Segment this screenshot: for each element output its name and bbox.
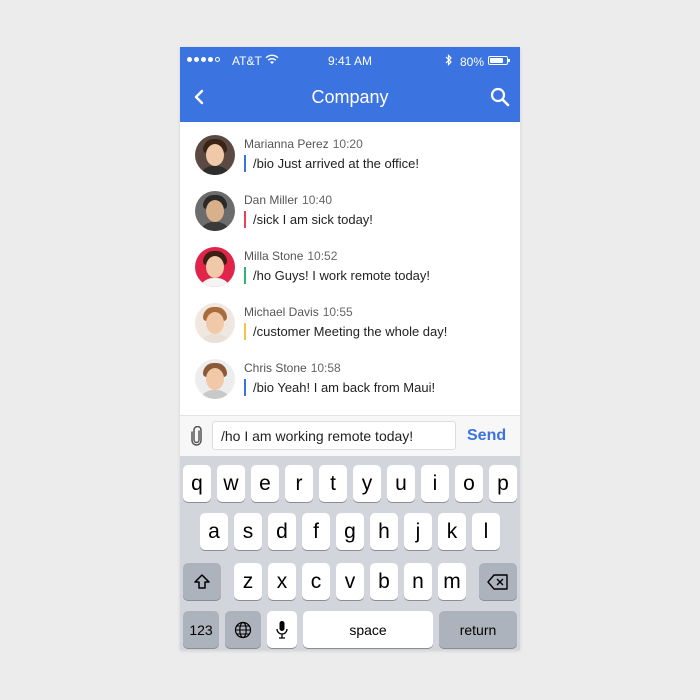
key-j[interactable]: j — [404, 513, 432, 550]
message-time: 10:52 — [307, 249, 338, 263]
message-text: /customer Meeting the whole day! — [253, 324, 448, 339]
list-item[interactable]: Milla Stone 10:52 /ho Guys! I work remote… — [195, 247, 515, 291]
key-s[interactable]: s — [234, 513, 262, 550]
avatar — [195, 135, 235, 175]
return-key[interactable]: return — [439, 611, 517, 648]
list-item[interactable]: Michael Davis 10:55 /customer Meeting the… — [195, 303, 515, 347]
key-d[interactable]: d — [268, 513, 296, 550]
key-z[interactable]: z — [234, 563, 262, 600]
message-author: Chris Stone 10:58 — [244, 361, 341, 375]
key-i[interactable]: i — [421, 465, 449, 502]
status-bar-marker — [244, 323, 246, 340]
key-v[interactable]: v — [336, 563, 364, 600]
message-input[interactable] — [212, 421, 456, 450]
battery-percentage: 80% — [460, 55, 485, 69]
avatar — [195, 191, 235, 231]
paperclip-icon — [191, 425, 202, 446]
key-m[interactable]: m — [438, 563, 466, 600]
avatar — [195, 247, 235, 287]
author-name: Milla Stone — [244, 249, 304, 263]
key-l[interactable]: l — [472, 513, 500, 550]
bluetooth-icon — [445, 54, 453, 69]
key-e[interactable]: e — [251, 465, 279, 502]
message-list: Marianna Perez 10:20 /bio Just arrived at… — [180, 122, 520, 415]
battery-icon — [488, 56, 510, 65]
avatar — [195, 303, 235, 343]
key-p[interactable]: p — [489, 465, 517, 502]
message-text: /sick I am sick today! — [253, 212, 373, 227]
message-composer: Send — [180, 415, 520, 456]
avatar — [195, 359, 235, 399]
key-u[interactable]: u — [387, 465, 415, 502]
key-t[interactable]: t — [319, 465, 347, 502]
message-text: /bio Yeah! I am back from Maui! — [253, 380, 436, 395]
key-b[interactable]: b — [370, 563, 398, 600]
key-y[interactable]: y — [353, 465, 381, 502]
message-author: Marianna Perez 10:20 — [244, 137, 363, 151]
message-text: /ho Guys! I work remote today! — [253, 268, 431, 283]
status-bar-marker — [244, 267, 246, 284]
search-icon — [490, 87, 510, 107]
list-item[interactable]: Dan Miller 10:40 /sick I am sick today! — [195, 191, 515, 235]
microphone-key[interactable] — [267, 611, 297, 648]
key-n[interactable]: n — [404, 563, 432, 600]
author-name: Dan Miller — [244, 193, 299, 207]
send-button[interactable]: Send — [467, 427, 506, 445]
key-f[interactable]: f — [302, 513, 330, 550]
globe-icon — [234, 621, 252, 638]
search-button[interactable] — [488, 85, 512, 109]
keyboard: q w e r t y u i o p a s d f g h j k l z … — [180, 456, 520, 650]
key-q[interactable]: q — [183, 465, 211, 502]
status-bar-marker — [244, 211, 246, 228]
message-author: Milla Stone 10:52 — [244, 249, 337, 263]
message-time: 10:40 — [302, 193, 333, 207]
space-key[interactable]: space — [303, 611, 433, 648]
attach-button[interactable] — [189, 425, 205, 446]
key-k[interactable]: k — [438, 513, 466, 550]
key-o[interactable]: o — [455, 465, 483, 502]
message-time: 10:55 — [322, 305, 353, 319]
top-bar: AT&T 9:41 AM 80% Company — [180, 47, 520, 122]
message-author: Michael Davis 10:55 — [244, 305, 353, 319]
key-c[interactable]: c — [302, 563, 330, 600]
key-h[interactable]: h — [370, 513, 398, 550]
key-x[interactable]: x — [268, 563, 296, 600]
key-g[interactable]: g — [336, 513, 364, 550]
author-name: Marianna Perez — [244, 137, 329, 151]
message-time: 10:58 — [310, 361, 341, 375]
status-bar: AT&T 9:41 AM 80% — [180, 47, 520, 75]
backspace-key[interactable] — [479, 563, 517, 600]
list-item[interactable]: Marianna Perez 10:20 /bio Just arrived at… — [195, 135, 515, 179]
author-name: Chris Stone — [244, 361, 307, 375]
shift-icon — [194, 573, 210, 589]
message-text: /bio Just arrived at the office! — [253, 156, 419, 171]
message-author: Dan Miller 10:40 — [244, 193, 332, 207]
page-title: Company — [311, 87, 389, 107]
key-a[interactable]: a — [200, 513, 228, 550]
list-item[interactable]: Chris Stone 10:58 /bio Yeah! I am back fr… — [195, 359, 515, 403]
key-w[interactable]: w — [217, 465, 245, 502]
key-r[interactable]: r — [285, 465, 313, 502]
phone-screen: AT&T 9:41 AM 80% Company Marianna Perez … — [180, 47, 520, 650]
shift-key[interactable] — [183, 563, 221, 600]
author-name: Michael Davis — [244, 305, 319, 319]
microphone-icon — [276, 620, 288, 639]
status-bar-marker — [244, 155, 246, 172]
globe-key[interactable] — [225, 611, 261, 648]
message-time: 10:20 — [332, 137, 363, 151]
numbers-key[interactable]: 123 — [183, 611, 219, 648]
status-bar-marker — [244, 379, 246, 396]
backspace-icon — [487, 573, 508, 590]
